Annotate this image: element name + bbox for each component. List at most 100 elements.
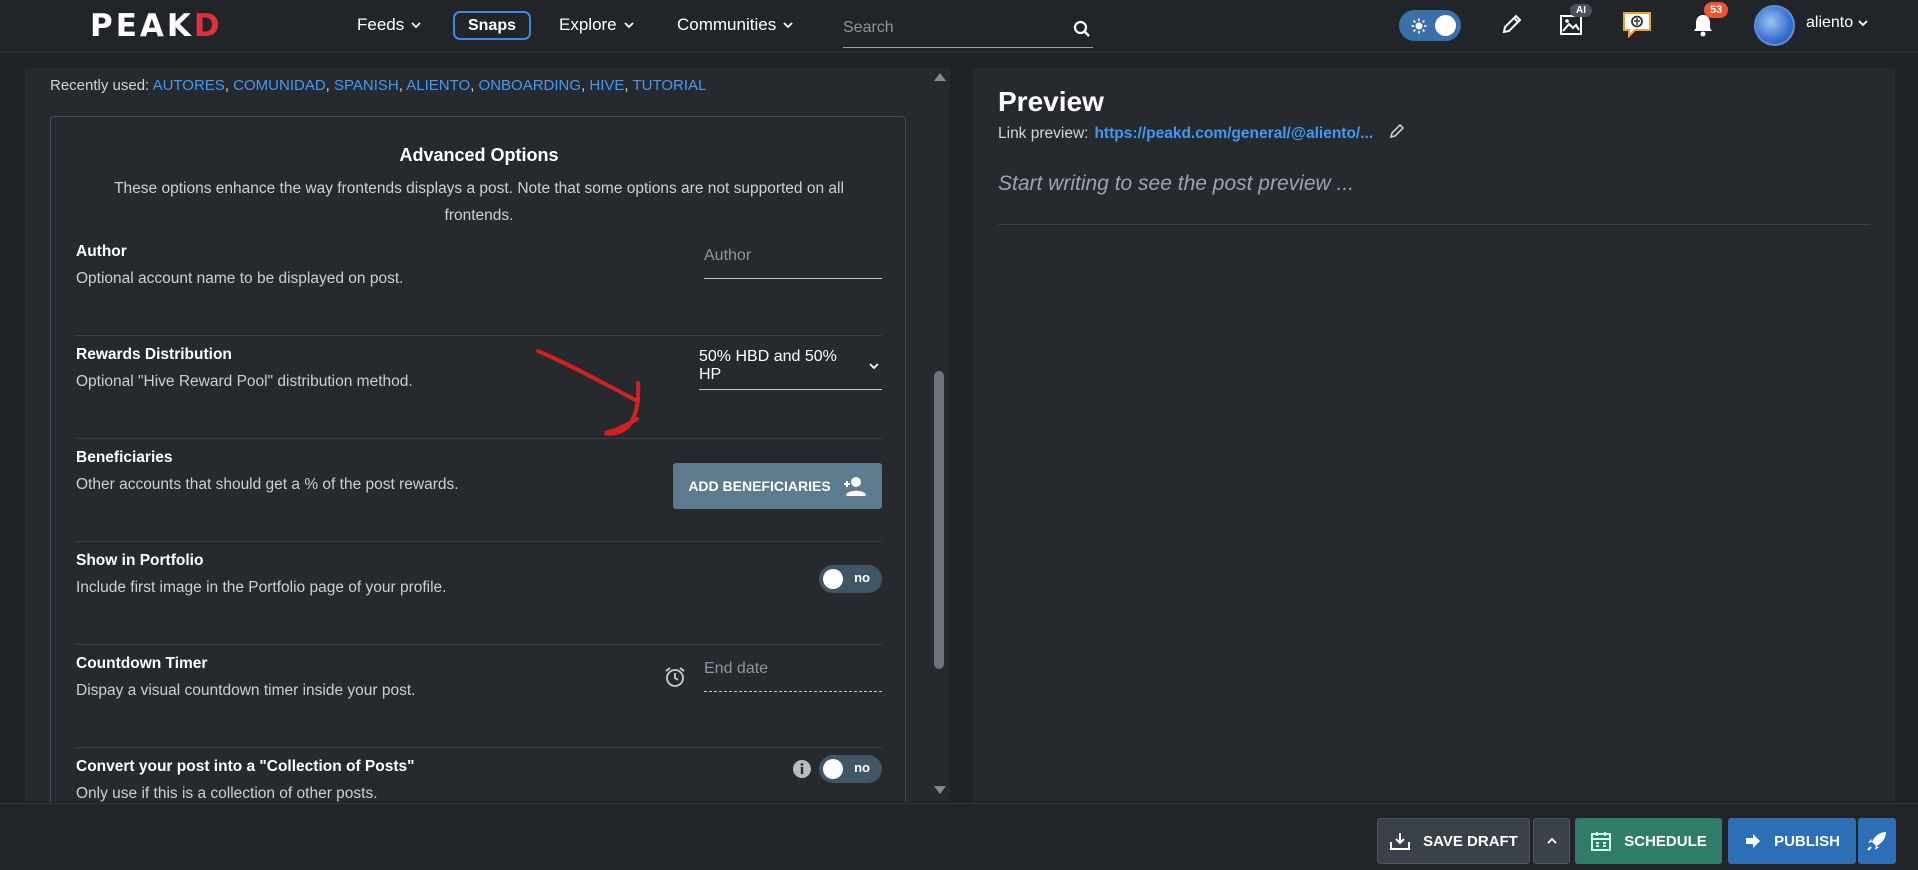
option-title: Convert your post into a "Collection of … bbox=[76, 758, 415, 775]
option-countdown-timer: Countdown Timer Dispay a visual countdow… bbox=[76, 645, 882, 748]
author-field[interactable]: Author bbox=[704, 233, 882, 279]
option-desc: Include first image in the Portfolio pag… bbox=[76, 579, 447, 596]
image-ai-icon[interactable] bbox=[1559, 14, 1583, 41]
option-beneficiaries: Beneficiaries Other accounts that should… bbox=[76, 439, 882, 542]
recent-tag[interactable]: ONBOARDING bbox=[479, 77, 582, 94]
chevron-down-icon bbox=[411, 22, 421, 29]
nav-feeds[interactable]: Feeds bbox=[357, 15, 422, 35]
theme-toggle[interactable] bbox=[1399, 10, 1461, 41]
publish-options-button[interactable] bbox=[1858, 818, 1896, 864]
option-title: Countdown Timer bbox=[76, 655, 208, 672]
user-menu[interactable]: aliento bbox=[1806, 14, 1869, 32]
scroll-down-arrow[interactable] bbox=[934, 786, 946, 794]
recent-tag[interactable]: AUTORES bbox=[153, 77, 225, 94]
top-navbar: PEAKD Feeds Snaps Explore Communities AI… bbox=[0, 0, 1918, 53]
save-draft-label: SAVE DRAFT bbox=[1423, 832, 1518, 850]
advanced-options-title: Advanced Options bbox=[399, 145, 559, 165]
schedule-button[interactable]: SCHEDULE bbox=[1575, 818, 1722, 864]
add-beneficiaries-label: ADD BENEFICIARIES bbox=[688, 478, 831, 494]
publish-button[interactable]: PUBLISH bbox=[1728, 818, 1856, 864]
collection-toggle[interactable]: no bbox=[819, 755, 882, 783]
preview-title: Preview bbox=[998, 86, 1104, 117]
chevron-down-icon bbox=[783, 22, 793, 29]
option-desc: Only use if this is a collection of othe… bbox=[76, 785, 378, 802]
scroll-up-arrow[interactable] bbox=[934, 73, 946, 81]
option-author: Author Optional account name to be displ… bbox=[76, 233, 882, 336]
pencil-icon[interactable] bbox=[1500, 12, 1524, 41]
notification-count-badge: 53 bbox=[1704, 2, 1729, 18]
toggle-knob bbox=[823, 759, 843, 779]
username: aliento bbox=[1806, 14, 1854, 31]
rewards-value: 50% HBD and 50% HP bbox=[699, 348, 837, 383]
nav-communities[interactable]: Communities bbox=[677, 15, 794, 35]
option-title: Show in Portfolio bbox=[76, 552, 204, 569]
chat-brain-icon[interactable] bbox=[1621, 10, 1653, 45]
divider bbox=[998, 224, 1870, 225]
recent-tag[interactable]: COMUNIDAD bbox=[233, 77, 326, 94]
info-icon[interactable] bbox=[792, 759, 812, 784]
editor-scrollbar[interactable] bbox=[930, 68, 948, 802]
editor-panel: Recently used: AUTORES, COMUNIDAD, SPANI… bbox=[25, 68, 950, 802]
rocket-icon bbox=[1867, 832, 1886, 851]
sun-icon bbox=[1411, 18, 1427, 39]
option-desc: Optional "Hive Reward Pool" distribution… bbox=[76, 373, 413, 390]
user-add-icon bbox=[843, 477, 866, 496]
end-date-field[interactable]: End date bbox=[704, 646, 882, 692]
search-icon[interactable] bbox=[1073, 20, 1091, 43]
preview-panel: Preview Link preview: https://peakd.com/… bbox=[973, 68, 1895, 802]
option-desc: Optional account name to be displayed on… bbox=[76, 270, 404, 287]
option-rewards-distribution: Rewards Distribution Optional "Hive Rewa… bbox=[76, 336, 882, 439]
bottom-action-bar: SAVE DRAFT SCHEDULE PUBLISH bbox=[0, 803, 1918, 870]
nav-explore[interactable]: Explore bbox=[559, 15, 635, 35]
recent-tag[interactable]: ALIENTO bbox=[406, 77, 470, 94]
option-desc: Other accounts that should get a % of th… bbox=[76, 476, 459, 493]
recent-tag[interactable]: SPANISH bbox=[334, 77, 399, 94]
option-title: Beneficiaries bbox=[76, 449, 173, 466]
nav-feeds-label: Feeds bbox=[357, 15, 405, 34]
alarm-clock-icon bbox=[664, 666, 686, 693]
rewards-select[interactable]: 50% HBD and 50% HP bbox=[699, 343, 882, 390]
option-title: Rewards Distribution bbox=[76, 346, 232, 363]
publish-label: PUBLISH bbox=[1774, 832, 1840, 850]
ai-badge: AI bbox=[1570, 4, 1592, 17]
portfolio-toggle[interactable]: no bbox=[819, 565, 882, 593]
advanced-options-description: These options enhance the way frontends … bbox=[114, 180, 844, 224]
link-preview-label: Link preview: bbox=[998, 124, 1089, 142]
advanced-options-box: Advanced Options These options enhance t… bbox=[50, 116, 906, 802]
chevron-down-icon bbox=[624, 22, 634, 29]
link-preview: Link preview: https://peakd.com/general/… bbox=[998, 123, 1405, 144]
recent-tag[interactable]: TUTORIAL bbox=[633, 77, 707, 94]
option-title: Author bbox=[76, 243, 127, 260]
option-collection-of-posts: Convert your post into a "Collection of … bbox=[76, 748, 882, 802]
arrow-right-icon bbox=[1746, 834, 1761, 848]
peakd-logo[interactable]: PEAKD bbox=[90, 8, 223, 44]
schedule-label: SCHEDULE bbox=[1624, 832, 1707, 850]
search-input[interactable] bbox=[843, 18, 1063, 37]
nav-communities-label: Communities bbox=[677, 15, 777, 34]
link-preview-url[interactable]: https://peakd.com/general/@aliento/... bbox=[1094, 125, 1373, 143]
recent-tag[interactable]: HIVE bbox=[589, 77, 624, 94]
option-show-in-portfolio: Show in Portfolio Include first image in… bbox=[76, 542, 882, 645]
recently-used-label: Recently used: bbox=[50, 77, 150, 94]
chevron-down-icon bbox=[869, 363, 879, 370]
toggle-label: no bbox=[854, 760, 870, 775]
search-box bbox=[843, 8, 1093, 48]
pencil-icon[interactable] bbox=[1389, 123, 1405, 144]
recently-used-tags: Recently used: AUTORES, COMUNIDAD, SPANI… bbox=[50, 77, 707, 94]
save-draft-button[interactable]: SAVE DRAFT bbox=[1377, 818, 1530, 864]
nav-snaps[interactable]: Snaps bbox=[453, 11, 531, 40]
add-beneficiaries-button[interactable]: ADD BENEFICIARIES bbox=[673, 463, 882, 509]
toggle-knob bbox=[1435, 15, 1456, 36]
option-desc: Dispay a visual countdown timer inside y… bbox=[76, 682, 416, 699]
save-options-toggle[interactable] bbox=[1533, 818, 1570, 864]
calendar-icon bbox=[1591, 832, 1612, 851]
end-date-placeholder: End date bbox=[704, 659, 769, 677]
annotation-arrow bbox=[536, 349, 641, 436]
avatar[interactable] bbox=[1754, 5, 1795, 46]
nav-explore-label: Explore bbox=[559, 15, 617, 34]
chevron-up-icon bbox=[1546, 837, 1557, 844]
toggle-knob bbox=[823, 569, 843, 589]
author-placeholder: Author bbox=[704, 246, 752, 264]
scrollbar-thumb[interactable] bbox=[934, 371, 944, 669]
toggle-label: no bbox=[854, 570, 870, 585]
